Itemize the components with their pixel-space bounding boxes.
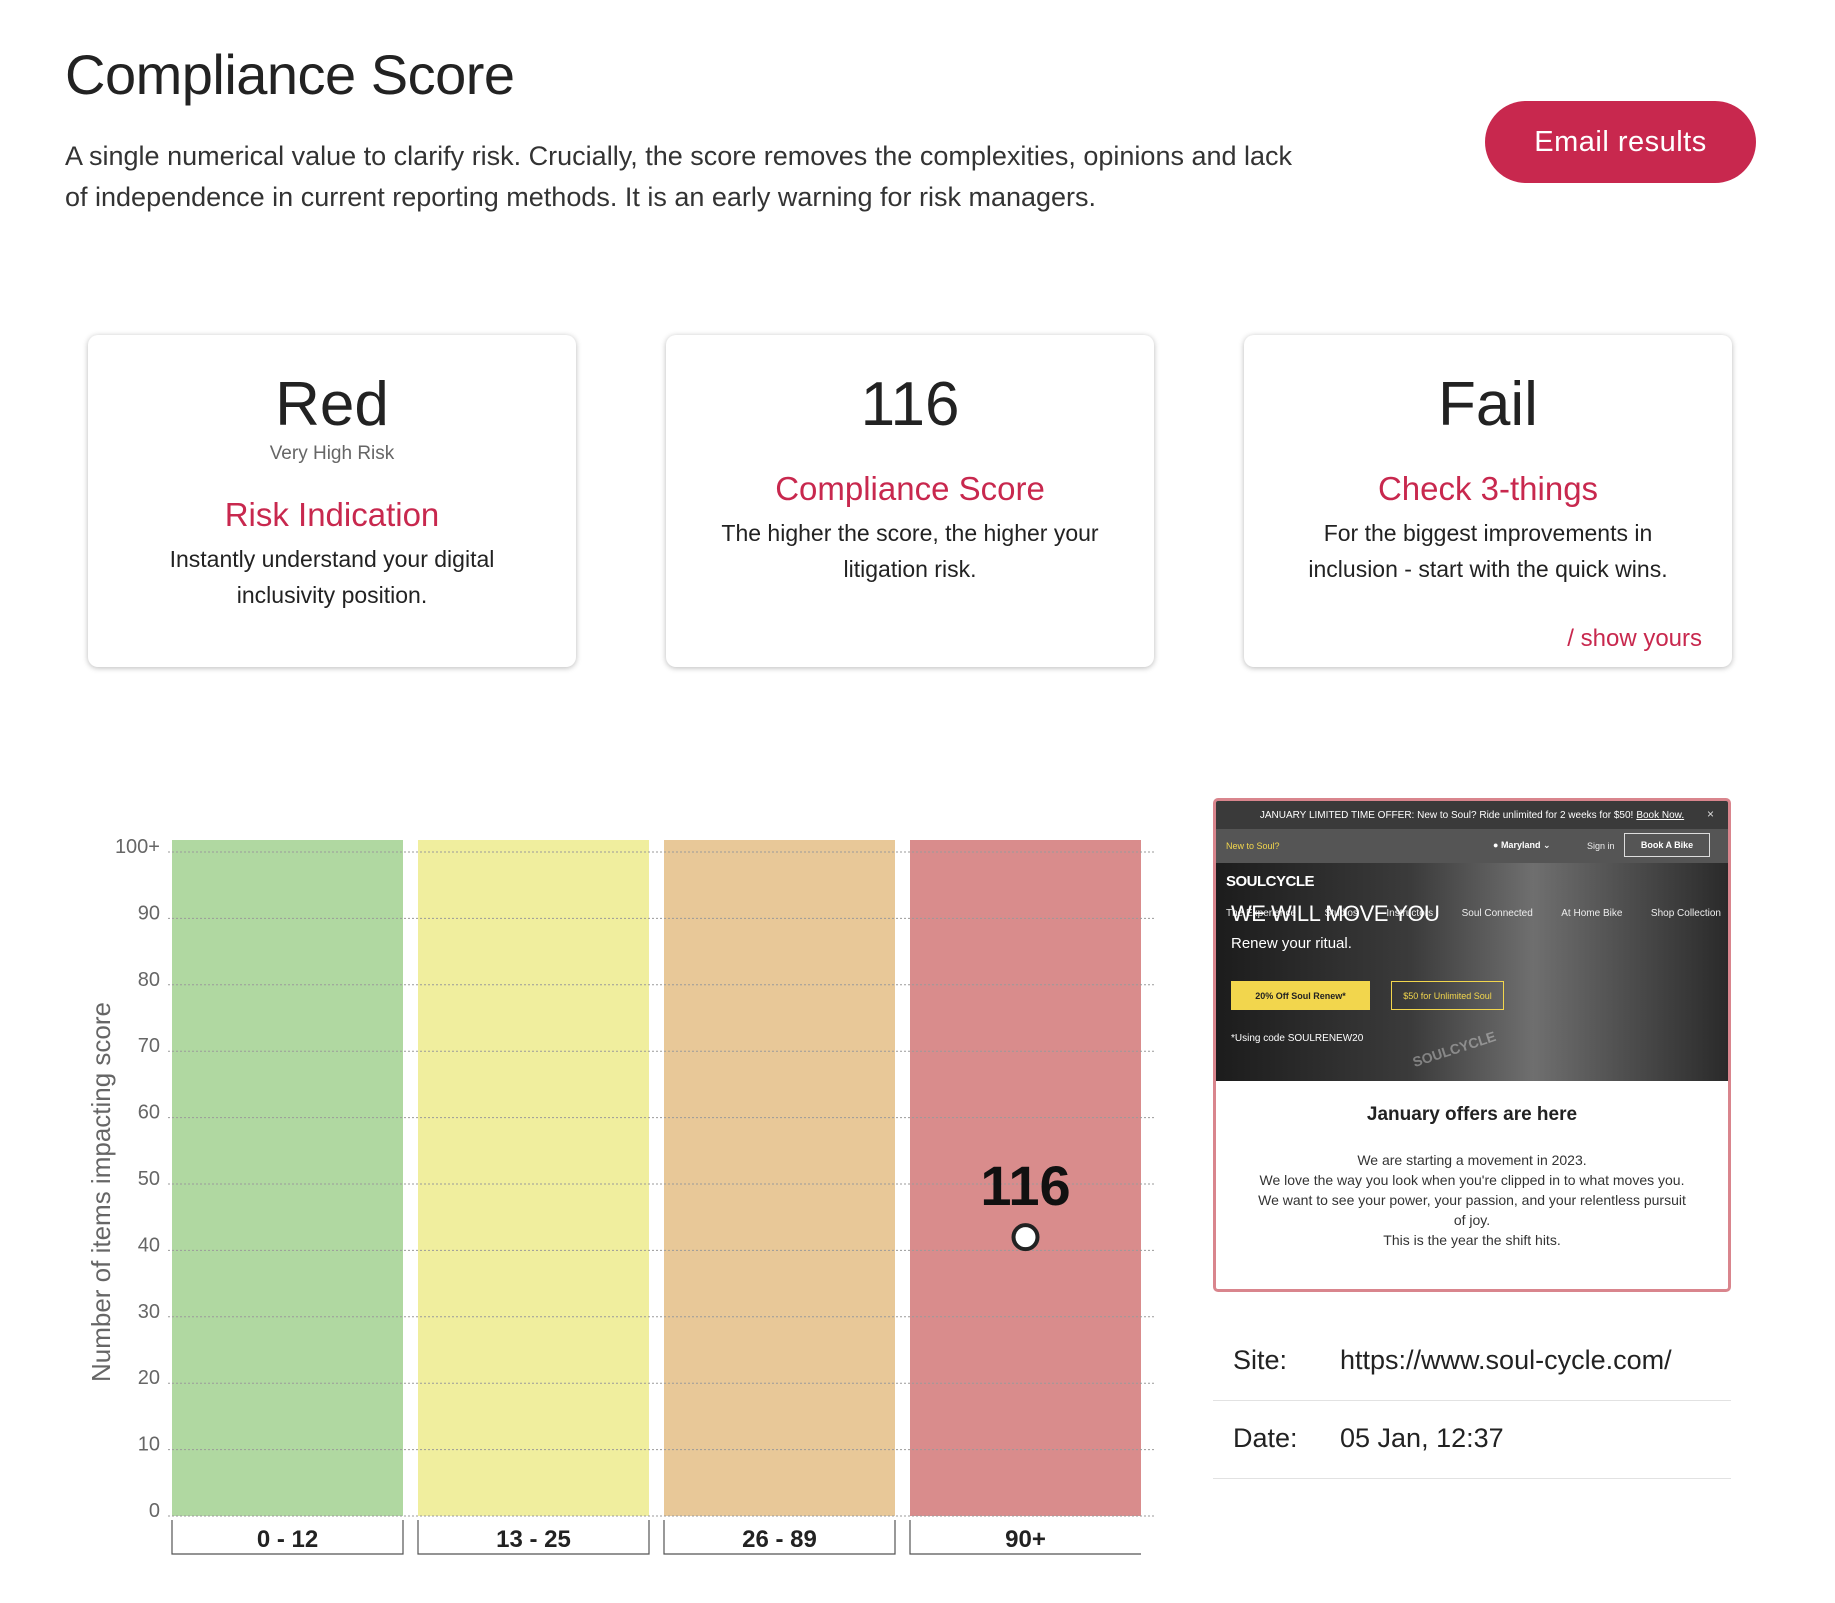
date-row: Date: 05 Jan, 12:37: [1213, 1401, 1731, 1479]
preview-nav-bar: New to Soul? ● Maryland ⌄ Sign in Book A…: [1216, 829, 1728, 863]
preview-body-line: We are starting a movement in 2023.: [1357, 1152, 1587, 1168]
compliance-score-card: 116 Compliance Score The higher the scor…: [666, 335, 1154, 667]
preview-headline: WE WILL MOVE YOU: [1231, 901, 1440, 926]
preview-section-title: January offers are here: [1366, 1104, 1578, 1125]
chart-ytick-label: 90: [138, 902, 160, 924]
chart-ytick-label: 20: [138, 1367, 160, 1389]
chart-ytick-label: 30: [138, 1301, 160, 1323]
chart-ytick-label: 0: [149, 1500, 160, 1522]
preview-banner-text: JANUARY LIMITED TIME OFFER: New to Soul?…: [1259, 809, 1634, 821]
score-chart-svg: 0 10 20 30 40 50 60 70 80 90 100+ Number of items i…: [86, 836, 1155, 1555]
preview-watermark: SOULCYCLE: [1410, 1028, 1498, 1070]
preview-location: ● Maryland ⌄: [1493, 840, 1551, 850]
preview-offer-banner: JANUARY LIMITED TIME OFFER: New to Soul?…: [1216, 801, 1728, 829]
check-3-things-card: Fail Check 3-things For the biggest impr…: [1244, 335, 1732, 667]
chart-score-marker: [1011, 1223, 1040, 1252]
chart-ytick-label: 100+: [115, 836, 160, 858]
preview-promo-code: *Using code SOULRENEW20: [1231, 1033, 1364, 1044]
risk-level-value: Red: [275, 370, 389, 439]
site-label: Site:: [1233, 1345, 1288, 1375]
preview-book-button: Book A Bike: [1624, 833, 1710, 857]
risk-indication-description: Instantly understand your digital inclus…: [169, 546, 495, 608]
preview-logo: SOULCYCLE: [1226, 873, 1315, 890]
date-value: 05 Jan, 12:37: [1340, 1423, 1504, 1453]
chart-bar: [664, 840, 895, 1516]
check-3-things-heading: Check 3-things: [1377, 470, 1599, 507]
preview-sign-in: Sign in: [1587, 841, 1615, 851]
page-title: Compliance Score: [65, 43, 515, 106]
show-yours-link[interactable]: / show yours: [1567, 625, 1702, 653]
chart-bar: [418, 840, 649, 1516]
risk-indication-card: Red Very High Risk Risk Indication Insta…: [88, 335, 576, 667]
chart-ytick-label: 70: [138, 1035, 160, 1057]
preview-offer-button-1: 20% Off Soul Renew*: [1231, 981, 1370, 1010]
chart-ytick-label: 50: [138, 1168, 160, 1190]
chart-category-label: 13 - 25: [496, 1526, 571, 1553]
preview-menu-item: Shop Collection: [1650, 908, 1721, 919]
chart-ytick-label: 60: [138, 1102, 160, 1124]
risk-level-subtitle: Very High Risk: [269, 443, 395, 464]
compliance-score-value: 116: [860, 370, 960, 439]
chart-score-marker-label: 116: [980, 1154, 1070, 1217]
site-url: https://www.soul-cycle.com/: [1340, 1345, 1672, 1375]
preview-body-line: This is the year the shift hits.: [1383, 1232, 1561, 1248]
date-label: Date:: [1233, 1423, 1298, 1453]
score-chart: 0 10 20 30 40 50 60 70 80 90 100+ Number of items i…: [60, 780, 1170, 1560]
site-screenshot-preview: JANUARY LIMITED TIME OFFER: New to Soul?…: [1213, 798, 1731, 1292]
preview-menu-item: Soul Connected: [1461, 908, 1533, 919]
email-results-button[interactable]: Email results: [1485, 101, 1756, 183]
preview-menu-item: At Home Bike: [1561, 908, 1623, 919]
chart-category-label: 0 - 12: [257, 1526, 318, 1553]
chart-ytick-label: 40: [138, 1234, 160, 1256]
preview-close-icon: ×: [1706, 807, 1714, 821]
compliance-score-heading: Compliance Score: [775, 470, 1045, 507]
preview-offer-button-2: $50 for Unlimited Soul: [1391, 981, 1504, 1010]
preview-tagline: Renew your ritual.: [1231, 935, 1352, 952]
page-description: A single numerical value to clarify risk…: [65, 141, 1293, 212]
risk-indication-heading: Risk Indication: [224, 496, 440, 533]
preview-banner-link: Book Now.: [1636, 809, 1685, 821]
check-result-value: Fail: [1438, 370, 1538, 439]
check-3-things-description: For the biggest improvements in inclusio…: [1308, 520, 1668, 582]
site-row: Site: https://www.soul-cycle.com/: [1213, 1323, 1731, 1401]
chart-ytick-label: 10: [138, 1434, 160, 1456]
chart-category-label: 26 - 89: [742, 1526, 817, 1553]
preview-body-line: We love the way you look when you're cli…: [1259, 1172, 1685, 1188]
compliance-score-description: The higher the score, the higher your li…: [721, 520, 1099, 582]
chart-category-label: 90+: [1005, 1526, 1046, 1553]
chart-ytick-label: 80: [138, 969, 160, 991]
preview-new-to-soul: New to Soul?: [1226, 841, 1280, 851]
preview-section-body: We are starting a movement in 2023. We l…: [1256, 1150, 1688, 1250]
preview-hero: SOULCYCLE The Experience Studios Instruc…: [1216, 863, 1728, 1081]
chart-y-axis-label: Number of items impacting score: [86, 1002, 116, 1382]
preview-body-line: We want to see your power, your passion,…: [1258, 1192, 1686, 1228]
chart-bar: [172, 840, 403, 1516]
